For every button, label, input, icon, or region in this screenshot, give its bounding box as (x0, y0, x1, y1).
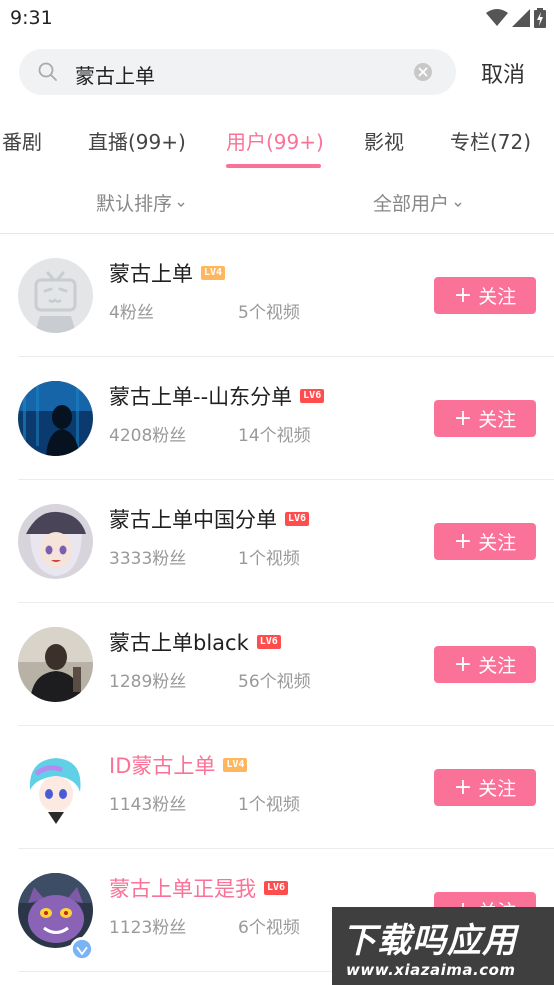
search-icon (38, 62, 57, 81)
video-count: 14个视频 (238, 426, 311, 446)
user-type-dropdown-label: 全部用户 (373, 193, 450, 215)
anime-blue-hair-avatar[interactable] (18, 750, 93, 825)
video-count: 1个视频 (238, 549, 300, 569)
plus-icon: + (453, 405, 473, 431)
fan-count: 1123粉丝 (109, 918, 187, 938)
aquarium-avatar[interactable] (18, 381, 93, 456)
sort-dropdown[interactable]: 默认排序 (96, 189, 186, 216)
chevron-down-icon (177, 202, 185, 207)
follow-label: 关注 (478, 286, 517, 308)
level-badge: LV6 (256, 635, 281, 649)
anime-girl-avatar[interactable] (18, 504, 93, 579)
watermark-title: 下载吗应用 (342, 921, 517, 961)
search-input[interactable]: 蒙古上单 (19, 49, 456, 95)
username[interactable]: ID蒙古上单 (109, 750, 215, 780)
user-list: 蒙古上单 LV4 4粉丝 5个视频 + 关注 蒙古上单--山东分单 LV6 420… (0, 234, 554, 972)
username[interactable]: 蒙古上单正是我 (109, 873, 256, 903)
plus-icon: + (453, 282, 473, 308)
man-photo-avatar[interactable] (18, 627, 93, 702)
follow-button[interactable]: +关注 (434, 769, 536, 806)
level-badge: LV4 (223, 758, 248, 772)
fan-count: 3333粉丝 (109, 549, 187, 569)
verified-badge-icon (70, 937, 94, 961)
username[interactable]: 蒙古上单中国分单 (109, 504, 277, 534)
video-count: 6个视频 (238, 918, 300, 938)
chevron-down-icon (454, 202, 462, 207)
user-list-item[interactable]: 蒙古上单--山东分单 LV6 4208粉丝 14个视频 + 关注 (0, 357, 554, 480)
cellular-signal-icon (512, 9, 530, 27)
level-badge: LV6 (300, 389, 325, 403)
user-list-item[interactable]: 蒙古上单black LV6 1289粉丝 56个视频 + 关注 (0, 603, 554, 726)
follow-label: 关注 (478, 532, 517, 554)
level-badge: LV6 (285, 512, 310, 526)
wifi-icon (486, 9, 508, 26)
video-count: 1个视频 (238, 795, 300, 815)
user-type-dropdown[interactable]: 全部用户 (373, 189, 463, 216)
user-list-item[interactable]: 蒙古上单 LV4 4粉丝 5个视频 + 关注 (0, 234, 554, 357)
follow-label: 关注 (478, 778, 517, 800)
fan-count: 1289粉丝 (109, 672, 187, 692)
status-icons (486, 8, 546, 28)
status-time: 9:31 (10, 7, 53, 29)
sort-dropdown-label: 默认排序 (96, 193, 173, 215)
plus-icon: + (453, 528, 473, 554)
plus-icon: + (453, 774, 473, 800)
username[interactable]: 蒙古上单black (109, 627, 249, 657)
watermark-url: www.xiazaima.com (346, 961, 516, 979)
user-list-item[interactable]: ID蒙古上单 LV4 1143粉丝 1个视频 + 关注 (0, 726, 554, 849)
username[interactable]: 蒙古上单 (109, 258, 193, 288)
search-row: 蒙古上单 取消 (0, 46, 554, 100)
video-count: 56个视频 (238, 672, 311, 692)
video-count: 5个视频 (238, 303, 300, 323)
follow-button[interactable]: +关注 (434, 646, 536, 683)
battery-icon (534, 8, 546, 28)
watermark-logo: 下载吗应用 www.xiazaima.com (332, 907, 554, 985)
result-tabs: 番剧 直播(99+) 用户(99+) 影视 专栏(72) (0, 118, 554, 172)
fan-count: 4粉丝 (109, 303, 154, 323)
follow-button[interactable]: +关注 (434, 400, 536, 437)
level-badge: LV4 (201, 266, 226, 280)
cancel-button[interactable]: 取消 (481, 57, 525, 89)
active-tab-indicator (226, 164, 321, 168)
clear-icon[interactable] (414, 63, 432, 81)
filter-bar: 默认排序 全部用户 (0, 186, 554, 218)
user-list-item[interactable]: 蒙古上单中国分单 LV6 3333粉丝 1个视频 + 关注 (0, 480, 554, 603)
tab-articles[interactable]: 专栏(72) (450, 126, 531, 155)
follow-button[interactable]: +关注 (434, 277, 536, 314)
tab-movies[interactable]: 影视 (364, 126, 404, 155)
username[interactable]: 蒙古上单--山东分单 (109, 381, 292, 411)
follow-label: 关注 (478, 655, 517, 677)
default-tv-avatar[interactable] (18, 258, 93, 333)
plus-icon: + (453, 651, 473, 677)
level-badge: LV6 (264, 881, 289, 895)
fan-count: 4208粉丝 (109, 426, 187, 446)
search-query-text: 蒙古上单 (75, 64, 155, 88)
tab-live[interactable]: 直播(99+) (88, 126, 186, 155)
tab-users[interactable]: 用户(99+) (226, 126, 324, 155)
status-bar: 9:31 (0, 0, 554, 38)
tab-bangumi[interactable]: 番剧 (2, 126, 42, 155)
fan-count: 1143粉丝 (109, 795, 187, 815)
follow-label: 关注 (478, 409, 517, 431)
follow-button[interactable]: +关注 (434, 523, 536, 560)
